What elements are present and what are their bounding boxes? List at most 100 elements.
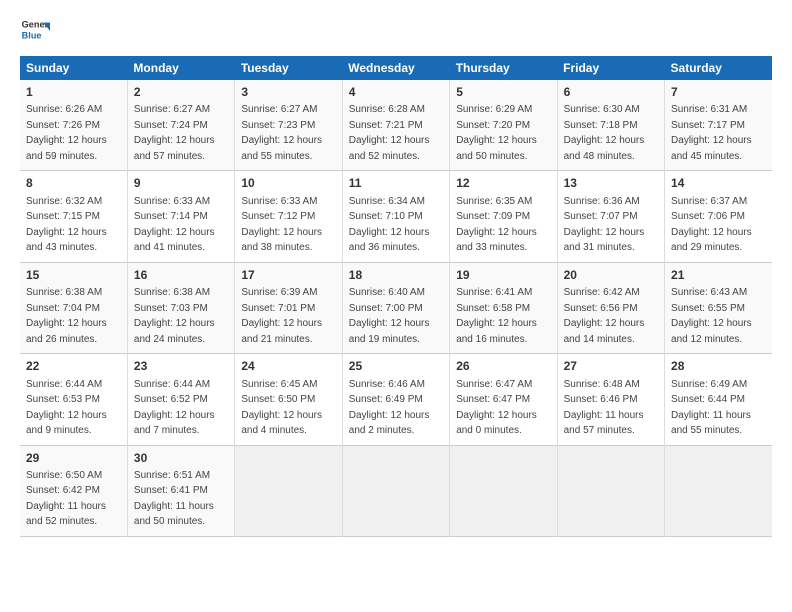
day-cell: 23Sunrise: 6:44 AMSunset: 6:52 PMDayligh… bbox=[127, 354, 234, 445]
logo-icon: General Blue bbox=[20, 16, 50, 46]
day-cell: 25 Sunrise: 6:46 AMSunset: 6:49 PMDayligh… bbox=[342, 354, 449, 445]
day-number: 2 bbox=[134, 84, 228, 101]
day-cell: 2 Sunrise: 6:27 AMSunset: 7:24 PMDaylight… bbox=[127, 80, 234, 171]
day-detail: Sunrise: 6:46 AMSunset: 6:49 PMDaylight:… bbox=[349, 379, 430, 437]
day-number: 27 bbox=[564, 358, 658, 375]
day-detail: Sunrise: 6:36 AMSunset: 7:07 PMDaylight:… bbox=[564, 196, 645, 254]
day-cell: 21 Sunrise: 6:43 AMSunset: 6:55 PMDayligh… bbox=[665, 262, 772, 353]
day-number: 29 bbox=[26, 450, 121, 467]
day-cell: 22 Sunrise: 6:44 AMSunset: 6:53 PMDayligh… bbox=[20, 354, 127, 445]
svg-text:Blue: Blue bbox=[22, 31, 42, 41]
day-detail: Sunrise: 6:44 AMSunset: 6:53 PMDaylight:… bbox=[26, 379, 107, 437]
week-row: 8 Sunrise: 6:32 AMSunset: 7:15 PMDaylight… bbox=[20, 171, 772, 262]
day-cell: 9Sunrise: 6:33 AMSunset: 7:14 PMDaylight… bbox=[127, 171, 234, 262]
col-header-tuesday: Tuesday bbox=[235, 56, 342, 80]
day-detail: Sunrise: 6:45 AMSunset: 6:50 PMDaylight:… bbox=[241, 379, 322, 437]
day-detail: Sunrise: 6:48 AMSunset: 6:46 PMDaylight:… bbox=[564, 379, 644, 437]
day-cell: 27 Sunrise: 6:48 AMSunset: 6:46 PMDayligh… bbox=[557, 354, 664, 445]
day-number: 26 bbox=[456, 358, 550, 375]
day-detail: Sunrise: 6:40 AMSunset: 7:00 PMDaylight:… bbox=[349, 287, 430, 345]
col-header-saturday: Saturday bbox=[665, 56, 772, 80]
day-cell: 3 Sunrise: 6:27 AMSunset: 7:23 PMDaylight… bbox=[235, 80, 342, 171]
col-header-sunday: Sunday bbox=[20, 56, 127, 80]
day-number: 16 bbox=[134, 267, 228, 284]
day-cell: 30Sunrise: 6:51 AMSunset: 6:41 PMDayligh… bbox=[127, 445, 234, 536]
day-number: 3 bbox=[241, 84, 335, 101]
day-cell: 26 Sunrise: 6:47 AMSunset: 6:47 PMDayligh… bbox=[450, 354, 557, 445]
day-cell: 14 Sunrise: 6:37 AMSunset: 7:06 PMDayligh… bbox=[665, 171, 772, 262]
day-cell: 7 Sunrise: 6:31 AMSunset: 7:17 PMDaylight… bbox=[665, 80, 772, 171]
day-number: 9 bbox=[134, 175, 228, 192]
day-cell bbox=[665, 445, 772, 536]
day-cell bbox=[342, 445, 449, 536]
day-detail: Sunrise: 6:47 AMSunset: 6:47 PMDaylight:… bbox=[456, 379, 537, 437]
day-cell bbox=[557, 445, 664, 536]
day-number: 15 bbox=[26, 267, 121, 284]
day-number: 5 bbox=[456, 84, 550, 101]
day-number: 8 bbox=[26, 175, 121, 192]
day-number: 14 bbox=[671, 175, 766, 192]
day-number: 21 bbox=[671, 267, 766, 284]
day-detail: Sunrise: 6:30 AMSunset: 7:18 PMDaylight:… bbox=[564, 104, 645, 162]
day-detail: Sunrise: 6:31 AMSunset: 7:17 PMDaylight:… bbox=[671, 104, 752, 162]
day-number: 6 bbox=[564, 84, 658, 101]
day-number: 19 bbox=[456, 267, 550, 284]
day-number: 11 bbox=[349, 175, 443, 192]
day-detail: Sunrise: 6:29 AMSunset: 7:20 PMDaylight:… bbox=[456, 104, 537, 162]
day-detail: Sunrise: 6:27 AMSunset: 7:23 PMDaylight:… bbox=[241, 104, 322, 162]
col-header-wednesday: Wednesday bbox=[342, 56, 449, 80]
day-detail: Sunrise: 6:43 AMSunset: 6:55 PMDaylight:… bbox=[671, 287, 752, 345]
week-row: 1Sunrise: 6:26 AMSunset: 7:26 PMDaylight… bbox=[20, 80, 772, 171]
days-header: SundayMondayTuesdayWednesdayThursdayFrid… bbox=[20, 56, 772, 80]
week-row: 22 Sunrise: 6:44 AMSunset: 6:53 PMDayligh… bbox=[20, 354, 772, 445]
day-cell: 11 Sunrise: 6:34 AMSunset: 7:10 PMDayligh… bbox=[342, 171, 449, 262]
day-detail: Sunrise: 6:28 AMSunset: 7:21 PMDaylight:… bbox=[349, 104, 430, 162]
week-row: 29 Sunrise: 6:50 AMSunset: 6:42 PMDayligh… bbox=[20, 445, 772, 536]
day-cell: 8 Sunrise: 6:32 AMSunset: 7:15 PMDaylight… bbox=[20, 171, 127, 262]
day-detail: Sunrise: 6:32 AMSunset: 7:15 PMDaylight:… bbox=[26, 196, 107, 254]
day-detail: Sunrise: 6:49 AMSunset: 6:44 PMDaylight:… bbox=[671, 379, 751, 437]
day-number: 17 bbox=[241, 267, 335, 284]
day-cell bbox=[235, 445, 342, 536]
day-number: 20 bbox=[564, 267, 658, 284]
day-number: 25 bbox=[349, 358, 443, 375]
day-detail: Sunrise: 6:39 AMSunset: 7:01 PMDaylight:… bbox=[241, 287, 322, 345]
day-number: 28 bbox=[671, 358, 766, 375]
day-cell: 13 Sunrise: 6:36 AMSunset: 7:07 PMDayligh… bbox=[557, 171, 664, 262]
week-row: 15Sunrise: 6:38 AMSunset: 7:04 PMDayligh… bbox=[20, 262, 772, 353]
day-cell: 28 Sunrise: 6:49 AMSunset: 6:44 PMDayligh… bbox=[665, 354, 772, 445]
day-number: 10 bbox=[241, 175, 335, 192]
day-detail: Sunrise: 6:42 AMSunset: 6:56 PMDaylight:… bbox=[564, 287, 645, 345]
day-cell: 29 Sunrise: 6:50 AMSunset: 6:42 PMDayligh… bbox=[20, 445, 127, 536]
day-number: 22 bbox=[26, 358, 121, 375]
day-number: 4 bbox=[349, 84, 443, 101]
day-cell: 12 Sunrise: 6:35 AMSunset: 7:09 PMDayligh… bbox=[450, 171, 557, 262]
col-header-thursday: Thursday bbox=[450, 56, 557, 80]
day-number: 13 bbox=[564, 175, 658, 192]
day-number: 1 bbox=[26, 84, 121, 101]
day-detail: Sunrise: 6:27 AMSunset: 7:24 PMDaylight:… bbox=[134, 104, 215, 162]
day-cell: 17 Sunrise: 6:39 AMSunset: 7:01 PMDayligh… bbox=[235, 262, 342, 353]
day-number: 7 bbox=[671, 84, 766, 101]
day-number: 24 bbox=[241, 358, 335, 375]
logo: General Blue bbox=[20, 16, 50, 46]
day-detail: Sunrise: 6:37 AMSunset: 7:06 PMDaylight:… bbox=[671, 196, 752, 254]
day-cell: 1Sunrise: 6:26 AMSunset: 7:26 PMDaylight… bbox=[20, 80, 127, 171]
day-detail: Sunrise: 6:44 AMSunset: 6:52 PMDaylight:… bbox=[134, 379, 215, 437]
day-cell: 16 Sunrise: 6:38 AMSunset: 7:03 PMDayligh… bbox=[127, 262, 234, 353]
day-detail: Sunrise: 6:41 AMSunset: 6:58 PMDaylight:… bbox=[456, 287, 537, 345]
day-detail: Sunrise: 6:38 AMSunset: 7:03 PMDaylight:… bbox=[134, 287, 215, 345]
day-cell: 5 Sunrise: 6:29 AMSunset: 7:20 PMDaylight… bbox=[450, 80, 557, 171]
day-detail: Sunrise: 6:34 AMSunset: 7:10 PMDaylight:… bbox=[349, 196, 430, 254]
day-cell: 19 Sunrise: 6:41 AMSunset: 6:58 PMDayligh… bbox=[450, 262, 557, 353]
day-number: 18 bbox=[349, 267, 443, 284]
day-cell: 18 Sunrise: 6:40 AMSunset: 7:00 PMDayligh… bbox=[342, 262, 449, 353]
day-cell: 20 Sunrise: 6:42 AMSunset: 6:56 PMDayligh… bbox=[557, 262, 664, 353]
day-cell: 10 Sunrise: 6:33 AMSunset: 7:12 PMDayligh… bbox=[235, 171, 342, 262]
day-detail: Sunrise: 6:50 AMSunset: 6:42 PMDaylight:… bbox=[26, 470, 106, 528]
calendar-body: 1Sunrise: 6:26 AMSunset: 7:26 PMDaylight… bbox=[20, 80, 772, 536]
day-detail: Sunrise: 6:35 AMSunset: 7:09 PMDaylight:… bbox=[456, 196, 537, 254]
day-detail: Sunrise: 6:51 AMSunset: 6:41 PMDaylight:… bbox=[134, 470, 214, 528]
day-number: 12 bbox=[456, 175, 550, 192]
day-detail: Sunrise: 6:33 AMSunset: 7:12 PMDaylight:… bbox=[241, 196, 322, 254]
